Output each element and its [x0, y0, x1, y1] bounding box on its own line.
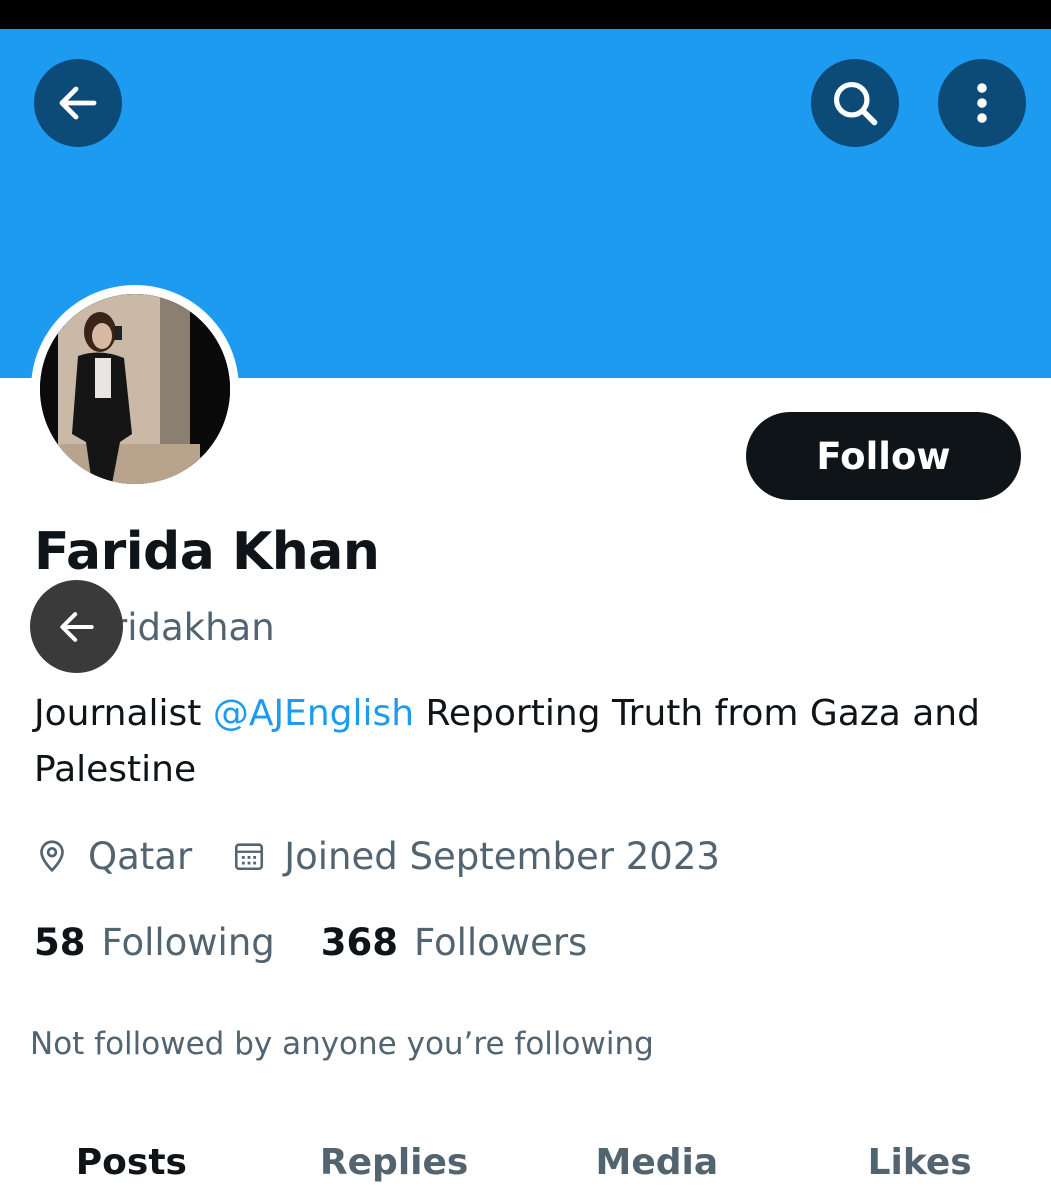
joined-item: Joined September 2023 [232, 835, 720, 878]
floating-back-button[interactable] [30, 580, 123, 673]
bio-mention-link[interactable]: @AJEnglish [213, 693, 414, 734]
followers-count: 368 [320, 920, 399, 964]
bio-prefix: Journalist [34, 693, 213, 734]
avatar-image [40, 294, 230, 484]
arrow-left-icon [59, 86, 97, 120]
display-name: Farida Khan [34, 522, 380, 582]
more-vertical-icon [977, 83, 987, 123]
avatar[interactable] [31, 285, 239, 493]
arrow-left-icon [59, 611, 94, 642]
profile-bio: Journalist @AJEnglish Reporting Truth fr… [34, 686, 994, 798]
mutual-followers-note: Not followed by anyone you’re following [30, 1026, 654, 1062]
profile-tabs: Posts Replies Media Likes [0, 1130, 1051, 1200]
joined-text: Joined September 2023 [284, 834, 720, 878]
calendar-icon [235, 843, 264, 871]
location-item: Qatar [34, 835, 192, 878]
tab-likes[interactable]: Likes [788, 1130, 1051, 1200]
tab-posts[interactable]: Posts [0, 1130, 263, 1200]
following-link[interactable]: 58 Following [34, 921, 275, 964]
more-options-button[interactable] [938, 59, 1026, 147]
location-text: Qatar [88, 834, 193, 878]
tab-media[interactable]: Media [526, 1130, 789, 1200]
followers-link[interactable]: 368 Followers [321, 921, 588, 964]
handle-text: ridakhan [112, 606, 275, 649]
follow-counts: 58 Following 368 Followers [34, 914, 587, 970]
following-label: Following [101, 920, 275, 964]
search-button[interactable] [811, 59, 899, 147]
tab-replies[interactable]: Replies [263, 1130, 526, 1200]
following-count: 58 [34, 920, 86, 964]
profile-meta: Qatar Joined September 2023 [34, 828, 720, 884]
follow-button[interactable]: Follow [746, 412, 1021, 500]
status-bar [0, 0, 1051, 29]
followers-label: Followers [414, 920, 588, 964]
location-pin-icon [40, 840, 64, 873]
search-icon [833, 81, 878, 126]
back-button[interactable] [34, 59, 122, 147]
